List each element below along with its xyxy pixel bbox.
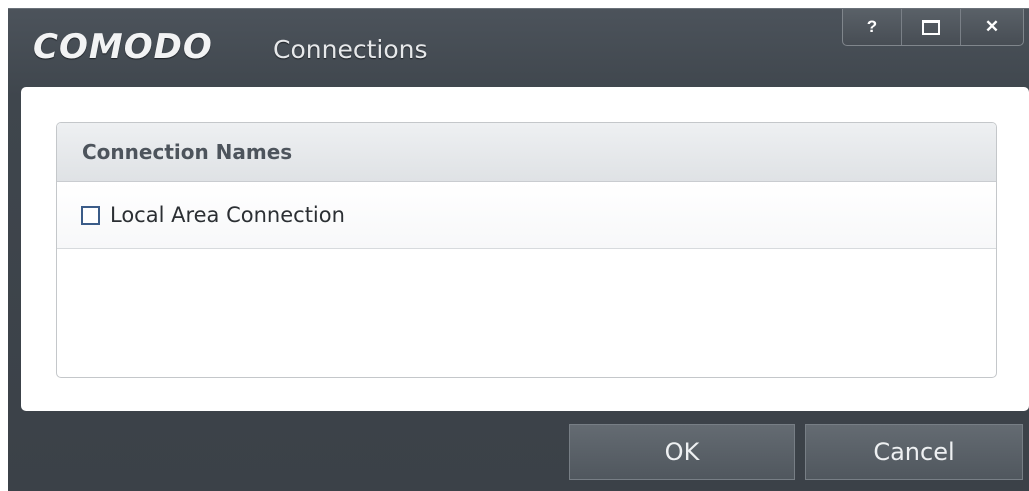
list-item[interactable]: Local Area Connection — [57, 182, 996, 249]
list-header: Connection Names — [57, 123, 996, 182]
column-header-connection-names: Connection Names — [82, 140, 293, 164]
dialog-window: COMODO Connections ? ✕ Connection Names … — [8, 8, 1029, 491]
help-button[interactable]: ? — [843, 9, 902, 45]
maximize-button[interactable] — [902, 9, 961, 45]
close-icon: ✕ — [984, 17, 1000, 36]
content-panel: Connection Names Local Area Connection — [21, 87, 1029, 411]
ok-button[interactable]: OK — [569, 424, 795, 480]
connection-label: Local Area Connection — [110, 203, 345, 227]
connection-list: Connection Names Local Area Connection — [56, 122, 997, 378]
connection-checkbox[interactable] — [81, 205, 100, 225]
maximize-icon — [922, 19, 940, 35]
window-controls: ? ✕ — [842, 9, 1024, 46]
close-button[interactable]: ✕ — [961, 9, 1023, 45]
comodo-logo: COMODO — [33, 27, 213, 67]
help-icon: ? — [866, 17, 878, 36]
window-title: Connections — [273, 35, 428, 64]
cancel-button[interactable]: Cancel — [805, 424, 1023, 480]
